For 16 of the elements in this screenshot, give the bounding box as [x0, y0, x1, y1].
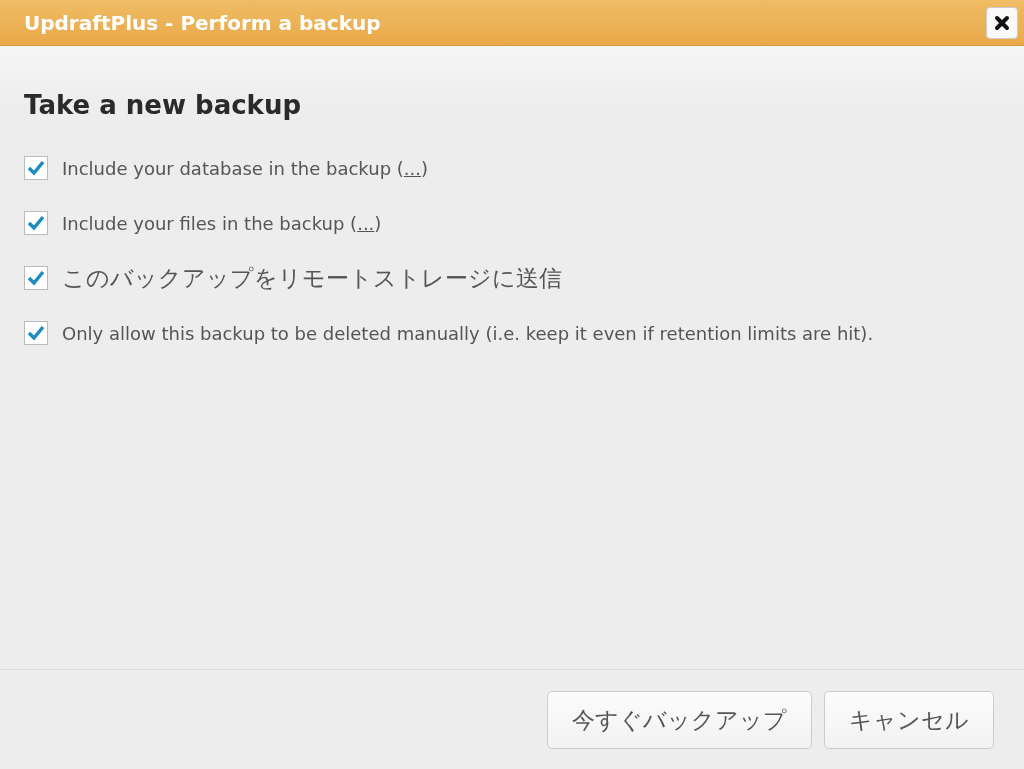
- option-label: Only allow this backup to be deleted manually (i.e. keep it even if retention limits are hit).: [62, 322, 874, 344]
- checkbox[interactable]: [24, 211, 48, 235]
- checkbox[interactable]: [24, 266, 48, 290]
- cancel-button[interactable]: キャンセル: [824, 691, 994, 749]
- checkbox[interactable]: [24, 156, 48, 180]
- close-button[interactable]: [986, 6, 1018, 39]
- close-icon: [994, 14, 1010, 31]
- details-link[interactable]: ...: [403, 157, 421, 179]
- backup-now-button[interactable]: 今すぐバックアップ: [547, 691, 812, 749]
- option-label: Include your files in the backup (...): [62, 212, 382, 234]
- option-label: このバックアップをリモートストレージに送信: [62, 263, 562, 293]
- option-label: Include your database in the backup (...): [62, 157, 428, 179]
- window-title: UpdraftPlus - Perform a backup: [24, 10, 381, 35]
- dialog-heading: Take a new backup: [24, 90, 302, 120]
- checkbox[interactable]: [24, 321, 48, 345]
- details-link[interactable]: ...: [357, 212, 375, 234]
